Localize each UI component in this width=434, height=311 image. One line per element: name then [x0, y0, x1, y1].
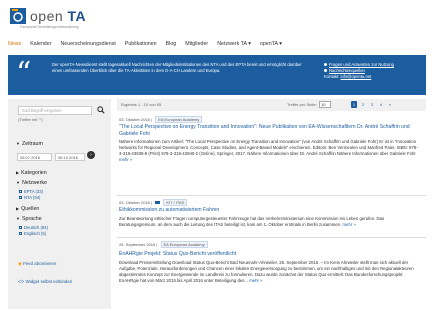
info-banner: “ Der openTA-Newsdienst stellt tagesaktu…	[8, 55, 426, 95]
search-hit-note: (Treffer mit "")	[18, 117, 43, 122]
sprache-toggle[interactable]: ▼ Sprache	[16, 216, 42, 222]
kategorien-toggle[interactable]: ▶ Kategorien	[16, 170, 47, 176]
flag-icon	[155, 201, 161, 205]
filter-deutsch[interactable]: Deutsch (94)	[19, 225, 48, 230]
logo-tagline: Fachportal Technikfolgenabschätzung	[20, 25, 79, 29]
logo-title: open TA	[30, 8, 87, 24]
divider	[117, 237, 426, 238]
site-logo[interactable]: open TA Fachportal Technikfolgenabschätz…	[10, 6, 100, 30]
filter-nta[interactable]: NTA (94)	[19, 195, 40, 200]
opening-logo-mark-icon	[10, 8, 26, 24]
banner-links: Fragen und Antworten zur Nutzung Nachric…	[324, 62, 424, 80]
read-more-link[interactable]: mehr »	[342, 222, 355, 227]
filter-epta[interactable]: EPTA (33)	[19, 189, 43, 194]
nav-item-blog[interactable]: Blog	[166, 41, 177, 51]
feed-subscribe-link[interactable]: ◉ Feed abonnieren	[18, 261, 56, 267]
nav-item-publikationen[interactable]: Publikationen	[125, 41, 157, 51]
nav-item-neuerscheinungsdienst[interactable]: Neuerscheinungsdienst	[60, 41, 115, 51]
page-link-2[interactable]: 2	[360, 101, 366, 108]
page-next-link[interactable]: »	[387, 101, 393, 108]
caret-down-icon: ▼	[16, 216, 20, 221]
banner-text: Der openTA-Newsdienst stellt tagesaktuel…	[52, 62, 302, 73]
date-to-field[interactable]: 06.10.2016	[55, 153, 85, 161]
date-apply-button[interactable]: ›	[87, 151, 95, 159]
pagination: 1 2 3 4 »	[351, 101, 393, 108]
nav-item-openta[interactable]: openTA ▾	[260, 41, 282, 51]
page-link-1[interactable]: 1	[351, 101, 357, 108]
news-list: Ergebnis 1 - 10 von 95 Treffer pro Seite…	[117, 99, 426, 309]
nav-item-netzwerk-ta[interactable]: Netzwerk TA ▾	[217, 41, 251, 51]
page-link-3[interactable]: 3	[369, 101, 375, 108]
quote-mark-icon: “	[16, 56, 32, 91]
nav-item-mitglieder[interactable]: Mitglieder	[185, 41, 208, 51]
zeitraum-toggle[interactable]: ▼ Zeitraum	[16, 141, 43, 147]
per-page-label: Treffer pro Seite:	[287, 102, 317, 107]
rss-icon: ◉	[18, 261, 22, 266]
source-badge[interactable]: KIT / ITAS	[163, 199, 188, 206]
contact-line: Kontakt: info@openta.net	[324, 74, 372, 79]
per-page-select[interactable]: 10	[319, 101, 331, 108]
caret-right-icon: ▶	[16, 206, 20, 211]
read-more-link[interactable]: mehr »	[119, 157, 132, 162]
article-meta: 26. September 2016 | EA European Academy	[119, 241, 208, 248]
widget-embed-link[interactable]: </> Widget selbst einbinden	[18, 279, 72, 284]
bullet-icon	[324, 69, 327, 73]
checkbox-icon	[19, 196, 22, 199]
article-title[interactable]: "The Local Perspective on Energy Transit…	[119, 124, 419, 138]
result-count: Ergebnis 1 - 10 von 95	[121, 102, 162, 107]
search-input[interactable]: Suchbegriff eingeben	[18, 106, 92, 115]
article-meta: 03. Oktober 2016 | EA European Academy	[119, 116, 203, 123]
source-badge[interactable]: EA European Academy	[160, 241, 208, 248]
checkbox-icon	[19, 226, 22, 229]
code-icon: </>	[18, 279, 25, 284]
read-more-link[interactable]: mehr »	[249, 278, 262, 283]
article-body: Nähere Informationen zum Artikel: "The L…	[119, 139, 418, 162]
bullet-icon	[324, 63, 327, 67]
filter-sidebar: Suchbegriff eingeben (Treffer mit "") ▼ Z…	[8, 99, 111, 309]
contact-email-link[interactable]: info@openta.net	[341, 74, 372, 79]
article-body: Download Pressemitteilung Download Statu…	[119, 260, 414, 283]
search-icon[interactable]	[97, 106, 105, 114]
checkbox-icon	[19, 190, 22, 193]
nav-item-news[interactable]: News	[8, 41, 21, 51]
article-title[interactable]: EnAHRgie Projekt: Status Quo-Bericht ver…	[119, 251, 419, 258]
netzwerke-toggle[interactable]: ▼ Netzwerke	[16, 180, 47, 186]
article-title[interactable]: Ethikkommission zu automatisiertem Fahre…	[119, 207, 419, 214]
date-from-field[interactable]: 06.07.2016	[17, 153, 52, 161]
pagination-bar: Ergebnis 1 - 10 von 95 Treffer pro Seite…	[117, 99, 426, 111]
caret-right-icon: ▶	[16, 170, 20, 175]
caret-down-icon: ▼	[16, 141, 20, 146]
checkbox-icon	[19, 232, 22, 235]
article-body: Zur Beantwortung ethischer Fragen comput…	[119, 216, 385, 227]
article-meta: 03. Oktober 2016 | KIT / ITAS	[119, 199, 188, 206]
page-link-4[interactable]: 4	[378, 101, 384, 108]
main-nav: News Kalender Neuerscheinungsdienst Publ…	[8, 41, 428, 51]
quellen-toggle[interactable]: ▶ Quellen	[16, 206, 39, 212]
divider	[117, 195, 426, 196]
source-badge[interactable]: EA European Academy	[155, 116, 203, 123]
nav-item-kalender[interactable]: Kalender	[30, 41, 51, 51]
filter-englisch[interactable]: Englisch (5)	[19, 231, 46, 236]
caret-down-icon: ▼	[16, 180, 20, 185]
